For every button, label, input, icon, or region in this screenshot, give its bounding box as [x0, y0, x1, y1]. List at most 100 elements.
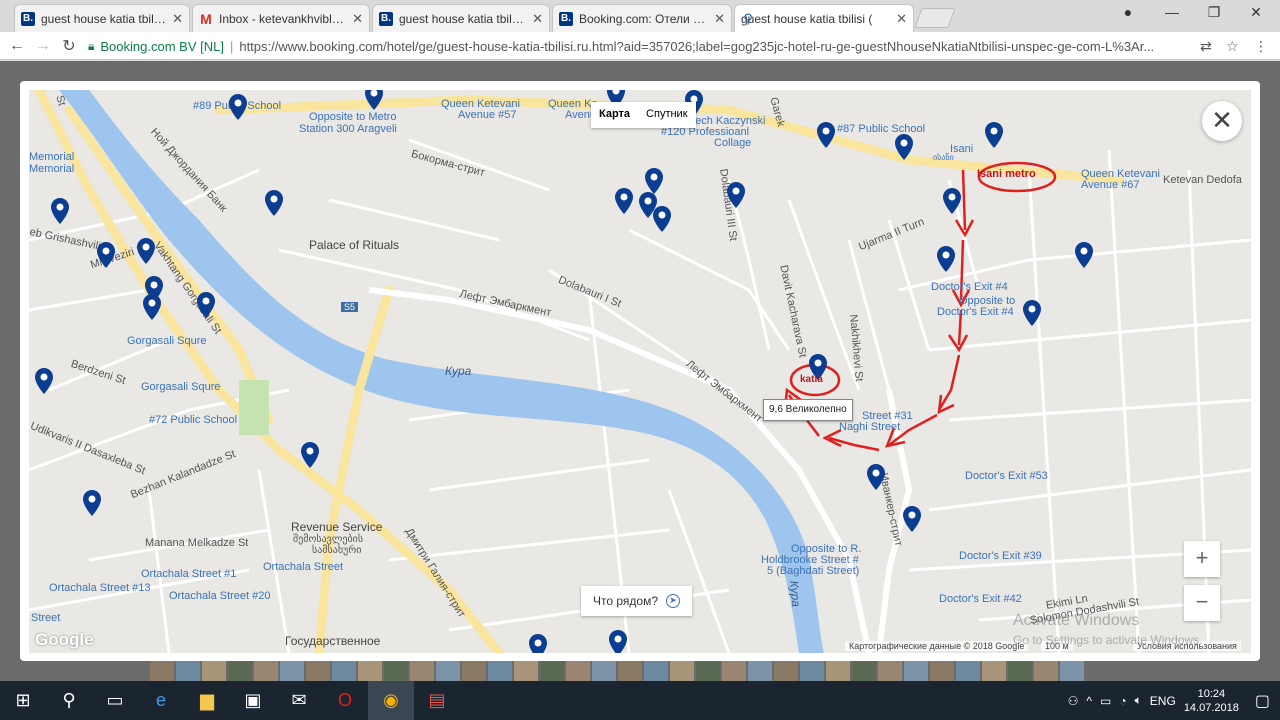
close-icon[interactable]: ✕ [532, 11, 543, 27]
photo-thumbnail[interactable] [150, 661, 174, 681]
hotel-pin-icon[interactable] [867, 464, 885, 490]
hotel-rating-card[interactable]: 9,6 Великолепно [763, 399, 853, 421]
photo-thumbnail[interactable] [852, 661, 876, 681]
photo-thumbnail[interactable] [644, 661, 668, 681]
edge-icon[interactable]: e [138, 681, 184, 720]
map-attribution[interactable]: Картографические данные © 2018 Google [845, 641, 1029, 651]
photo-thumbnail[interactable] [592, 661, 616, 681]
hotel-pin-icon[interactable] [137, 238, 155, 264]
photo-thumbnail[interactable] [1008, 661, 1032, 681]
photo-thumbnail[interactable] [306, 661, 330, 681]
map-type-toggle[interactable]: Карта Спутник [591, 102, 696, 128]
photo-thumbnail[interactable] [1060, 661, 1084, 681]
tab-5-active[interactable]: ⚲ guest house katia tbilisi ( ✕ [734, 4, 914, 32]
photo-thumbnail[interactable] [982, 661, 1006, 681]
hotel-pin-icon[interactable] [529, 634, 547, 653]
photo-thumbnail[interactable] [358, 661, 382, 681]
hotel-pin-icon[interactable] [609, 630, 627, 653]
photo-thumbnail[interactable] [1034, 661, 1058, 681]
photo-thumbnail[interactable] [254, 661, 278, 681]
tab-1[interactable]: B. guest house katia tbilisi ( ✕ [14, 4, 190, 32]
map-type-map[interactable]: Карта [591, 102, 638, 128]
zoom-out-button[interactable]: − [1184, 585, 1220, 621]
hotel-pin-icon[interactable] [943, 188, 961, 214]
translate-icon[interactable]: ⇄ [1200, 38, 1212, 55]
photo-thumbnail[interactable] [384, 661, 408, 681]
battery-icon[interactable]: ▭ [1100, 694, 1111, 708]
photo-thumbnail[interactable] [202, 661, 226, 681]
chrome-icon[interactable]: ◉ [368, 681, 414, 720]
hotel-pin-icon[interactable] [197, 292, 215, 318]
task-view-icon[interactable]: ▭ [92, 681, 138, 720]
photo-thumbnail[interactable] [670, 661, 694, 681]
photo-thumbnail[interactable] [904, 661, 928, 681]
hotel-pin-icon[interactable] [895, 134, 913, 160]
hotel-pin-icon[interactable] [51, 198, 69, 224]
photo-thumbnail[interactable] [436, 661, 460, 681]
hotel-pin-icon[interactable] [1075, 242, 1093, 268]
people-icon[interactable]: ⚇ [1068, 694, 1079, 708]
photo-thumbnail[interactable] [176, 661, 200, 681]
hotel-pin-icon[interactable] [985, 122, 1003, 148]
close-icon[interactable]: ✕ [352, 11, 363, 27]
close-icon[interactable]: ✕ [896, 11, 907, 27]
language-indicator[interactable]: ENG [1150, 694, 1176, 708]
tab-4[interactable]: B. Booking.com: Отели в Тб ✕ [552, 4, 732, 32]
photo-thumbnail[interactable] [618, 661, 642, 681]
zoom-in-button[interactable]: + [1184, 541, 1220, 577]
photo-thumbnail[interactable] [280, 661, 304, 681]
back-icon[interactable]: ← [4, 37, 30, 55]
window-close-button[interactable]: ✕ [1236, 4, 1276, 21]
photo-thumbnail[interactable] [514, 661, 538, 681]
maximize-button[interactable]: ❐ [1194, 4, 1234, 21]
photo-thumbnail[interactable] [488, 661, 512, 681]
chevron-up-icon[interactable]: ^ [1086, 694, 1092, 708]
volume-icon[interactable]: 🔈︎ [1135, 693, 1142, 708]
photo-thumbnail[interactable] [956, 661, 980, 681]
photo-thumbnail[interactable] [774, 661, 798, 681]
photo-thumbnail[interactable] [228, 661, 252, 681]
hotel-pin-icon[interactable] [301, 442, 319, 468]
clock[interactable]: 10:24 14.07.2018 [1184, 687, 1239, 715]
notifications-icon[interactable]: ▢ [1255, 691, 1270, 711]
hotel-pin-icon[interactable] [35, 368, 53, 394]
address-bar[interactable]: 🔒︎ Booking.com BV [NL] | https://www.boo… [88, 35, 1188, 57]
photo-thumbnail[interactable] [748, 661, 772, 681]
hotel-pin-icon[interactable] [365, 90, 383, 110]
photo-thumbnail[interactable] [332, 661, 356, 681]
hotel-pin-icon[interactable] [143, 294, 161, 320]
profile-icon[interactable]: ● [1108, 4, 1148, 20]
photo-thumbnail[interactable] [696, 661, 720, 681]
tab-3[interactable]: B. guest house katia tbilisi ( ✕ [372, 4, 550, 32]
photo-thumbnail[interactable] [462, 661, 486, 681]
map-canvas[interactable]: #89 Public School Opposite to Metro Stat… [29, 90, 1251, 653]
hotel-pin-icon[interactable] [653, 206, 671, 232]
hotel-pin-icon[interactable] [727, 182, 745, 208]
photo-thumbnail[interactable] [800, 661, 824, 681]
windows-start-icon[interactable]: ⊞ [0, 681, 46, 720]
mail-icon[interactable]: ✉ [276, 681, 322, 720]
reload-icon[interactable]: ↻ [56, 36, 82, 56]
hotel-pin-icon[interactable] [645, 168, 663, 194]
pdf-reader-icon[interactable]: ▤ [414, 681, 460, 720]
minimize-button[interactable]: — [1152, 4, 1192, 20]
menu-icon[interactable]: ⋮ [1254, 38, 1268, 55]
hotel-pin-icon[interactable] [83, 490, 101, 516]
file-explorer-icon[interactable]: ▆ [184, 681, 230, 720]
hotel-pin-icon[interactable] [615, 188, 633, 214]
forward-icon[interactable]: → [30, 37, 56, 55]
new-tab-button[interactable] [914, 8, 956, 28]
bookmark-star-icon[interactable]: ☆ [1226, 38, 1239, 55]
photo-thumbnail[interactable] [540, 661, 564, 681]
hotel-pin-icon[interactable] [265, 190, 283, 216]
close-icon[interactable]: ✕ [714, 11, 725, 27]
hotel-pin-icon[interactable] [817, 122, 835, 148]
photo-thumbnail[interactable] [410, 661, 434, 681]
opera-icon[interactable]: O [322, 681, 368, 720]
hotel-pin-icon[interactable] [937, 246, 955, 272]
map-close-button[interactable]: ✕ [1202, 101, 1242, 141]
photo-thumbnail[interactable] [826, 661, 850, 681]
photo-thumbnail[interactable] [722, 661, 746, 681]
hotel-pin-icon[interactable] [903, 506, 921, 532]
search-icon[interactable]: ⚲ [46, 681, 92, 720]
